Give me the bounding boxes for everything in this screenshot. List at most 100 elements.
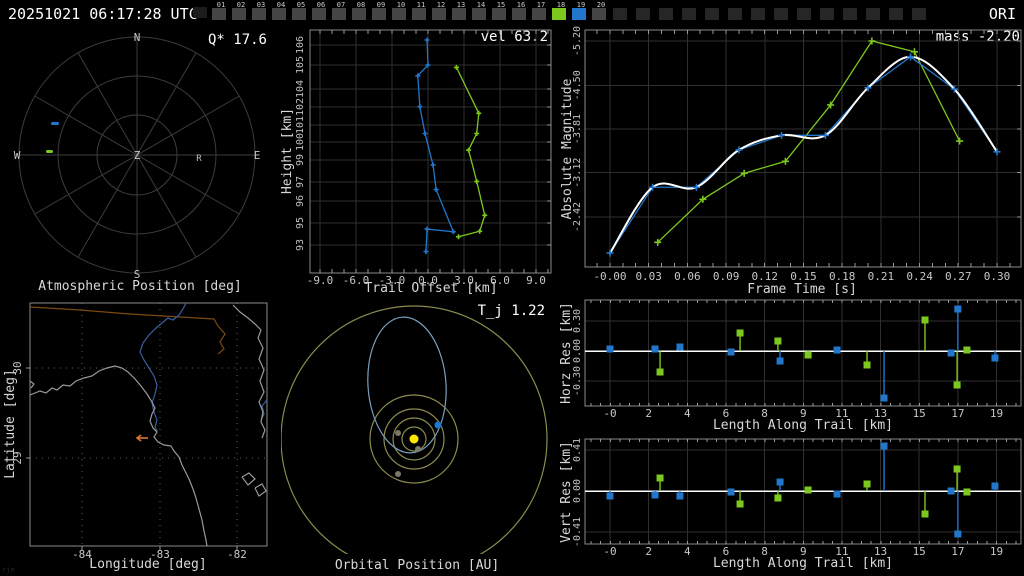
- res-point-camera-green: [963, 346, 971, 354]
- res-point-camera-blue: [606, 492, 614, 500]
- trail-point-camera-green: [453, 64, 459, 70]
- meteoroid-dot: [434, 421, 442, 429]
- lon-tick-label: -83: [150, 548, 170, 561]
- planet-dot: [395, 471, 401, 477]
- length-tick-label: 6: [723, 407, 730, 420]
- frame-cell-empty[interactable]: [889, 8, 903, 20]
- res-point-camera-blue: [880, 394, 888, 402]
- frame-cell-empty[interactable]: [682, 8, 696, 20]
- frame-cell-06[interactable]: [312, 8, 326, 20]
- frame-cell-number: 14: [477, 1, 485, 9]
- frame-cell-05[interactable]: [292, 8, 306, 20]
- frame-cell-empty[interactable]: [636, 8, 650, 20]
- frame-cell-04[interactable]: [272, 8, 286, 20]
- res-point-camera-green: [656, 474, 664, 482]
- frame-cell-01[interactable]: [212, 8, 226, 20]
- frame-cell-number: 19: [577, 1, 585, 9]
- height-tick-label: 96: [295, 195, 306, 207]
- orbital-xlabel: Orbital Position [AU]: [335, 558, 499, 573]
- frame-cell-03[interactable]: [252, 8, 266, 20]
- height-tick-label: 93: [295, 239, 306, 251]
- magnitude-panel: mass -2.20 Frame Time [s] Absolute Magni…: [560, 26, 1022, 297]
- frame-cell-02[interactable]: [232, 8, 246, 20]
- frame-cell-empty[interactable]: [705, 8, 719, 20]
- res-point-camera-blue: [833, 346, 841, 354]
- atmospheric-position-panel: Q* 17.6 Atmospheric Position [deg] N S W E Z…: [14, 31, 267, 294]
- trail-point-camera-green: [476, 110, 482, 116]
- lon-tick-label: -82: [227, 548, 247, 561]
- frame-cell-empty[interactable]: [866, 8, 880, 20]
- frame-cell-15[interactable]: [492, 8, 506, 20]
- island: [241, 472, 256, 486]
- frame-cell-09[interactable]: [372, 8, 386, 20]
- trail-point-camera-blue: [424, 37, 430, 43]
- mag-tick-label: -3.81: [572, 114, 583, 144]
- frame-cell-12[interactable]: [432, 8, 446, 20]
- length-tick-label: 8: [761, 545, 768, 558]
- frame-cell-number: 13: [457, 1, 465, 9]
- res-point-camera-blue: [651, 491, 659, 499]
- length-tick-label: 15: [913, 545, 926, 558]
- frame-cell-19[interactable]: [572, 8, 586, 20]
- frame-cell-empty[interactable]: [728, 8, 742, 20]
- frame-cell-placeholder[interactable]: [193, 7, 207, 18]
- frame-cell-number: 02: [237, 1, 245, 9]
- offset-tick-label: 9.0: [526, 274, 546, 287]
- frame-cell-18[interactable]: [552, 8, 566, 20]
- height-tick-label: 105: [295, 56, 306, 74]
- frame-cell-17[interactable]: [532, 8, 546, 20]
- zenith-label: Z: [134, 149, 141, 162]
- mag-tick-label: -3.12: [572, 158, 583, 188]
- time-tick-label: 0.24: [906, 270, 933, 283]
- atmospheric-xlabel: Atmospheric Position [deg]: [38, 279, 242, 294]
- frame-cell-08[interactable]: [352, 8, 366, 20]
- meteor-analysis-screen: 20251021 06:17:28 UTC ORI 01 02 03 04 05 06 07…: [0, 0, 1024, 576]
- frame-strip: 01 02 03 04 05 06 07 08 09 10 11 12 13 14 15 16 17 18 19 20: [193, 1, 926, 20]
- res-point-camera-green: [863, 480, 871, 488]
- orbital-position-panel: T_j 1.22 Orbital Position [AU]: [281, 303, 548, 573]
- trail-point-camera-green: [482, 212, 488, 218]
- mag-tick-label: -4.50: [572, 70, 583, 100]
- ground-map-panel: Longitude [deg] Latitude [deg] -84 -83 -82…: [3, 302, 268, 572]
- res-point-camera-green: [963, 488, 971, 496]
- frame-cell-16[interactable]: [512, 8, 526, 20]
- length-tick-label: 4: [684, 407, 691, 420]
- frame-cell-10[interactable]: [392, 8, 406, 20]
- res-point-camera-green: [863, 361, 871, 369]
- island: [254, 483, 267, 497]
- time-tick-label: 0.09: [713, 270, 740, 283]
- frame-cell-14[interactable]: [472, 8, 486, 20]
- magnitude-xlabel: Frame Time [s]: [747, 282, 857, 297]
- height-tick-label: 101: [295, 116, 306, 134]
- lat-tick-label: 29: [11, 451, 24, 464]
- frame-cell-empty[interactable]: [797, 8, 811, 20]
- res-tick-label: 0.00: [572, 479, 583, 503]
- res-point-camera-green: [804, 486, 812, 494]
- trail-point-camera-blue: [424, 226, 430, 232]
- frame-cell-empty[interactable]: [613, 8, 627, 20]
- frame-cell-empty[interactable]: [659, 8, 673, 20]
- frame-cell-20[interactable]: [592, 8, 606, 20]
- frame-cell-number: 01: [217, 1, 225, 9]
- frame-cell-empty[interactable]: [751, 8, 765, 20]
- frame-cell-number: 16: [517, 1, 525, 9]
- time-tick-label: -0.00: [593, 270, 626, 283]
- frame-cell-07[interactable]: [332, 8, 346, 20]
- frame-cell-empty[interactable]: [774, 8, 788, 20]
- q-value-label: Q* 17.6: [208, 32, 267, 48]
- frame-cell-empty[interactable]: [820, 8, 834, 20]
- res-point-camera-blue: [954, 305, 962, 313]
- frame-cell-11[interactable]: [412, 8, 426, 20]
- frame-cell-empty[interactable]: [843, 8, 857, 20]
- res-tick-label: -0.30: [572, 366, 583, 396]
- frame-cell-number: 09: [377, 1, 385, 9]
- time-tick-label: 0.27: [945, 270, 972, 283]
- frame-cell-empty[interactable]: [912, 8, 926, 20]
- frame-cell-13[interactable]: [452, 8, 466, 20]
- compass-east-label: E: [254, 149, 261, 162]
- res-point-camera-green: [953, 465, 961, 473]
- length-tick-label: 13: [874, 545, 887, 558]
- time-tick-label: 0.30: [984, 270, 1011, 283]
- height-tick-label: 106: [295, 36, 306, 54]
- trail-point-camera-blue: [433, 187, 439, 193]
